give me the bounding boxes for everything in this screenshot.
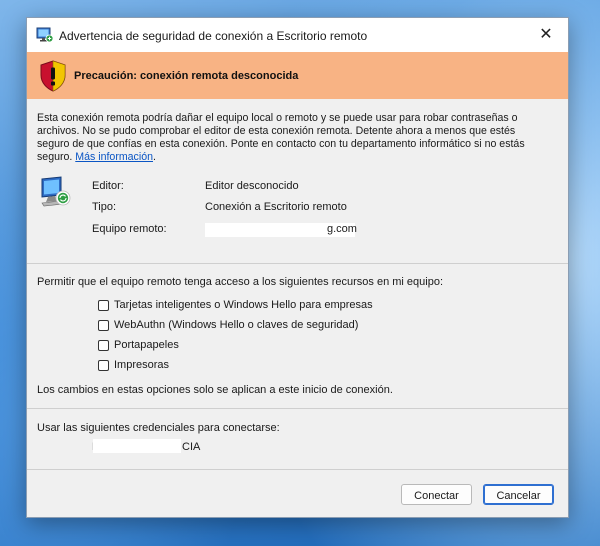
warning-title: Precaución: conexión remota desconocida	[74, 70, 299, 82]
checkbox-row-smartcards[interactable]: Tarjetas inteligentes o Windows Hello pa…	[98, 298, 373, 312]
type-value: Conexión a Escritorio remoto	[205, 201, 347, 213]
close-icon: ✕	[539, 26, 553, 43]
security-warning-dialog: Advertencia de seguridad de conexión a E…	[26, 17, 569, 518]
smartcards-label[interactable]: Tarjetas inteligentes o Windows Hello pa…	[114, 299, 373, 311]
webauthn-label[interactable]: WebAuthn (Windows Hello o claves de segu…	[114, 319, 358, 331]
remote-desktop-icon	[36, 27, 54, 43]
credentials-user-suffix: CIA	[182, 441, 201, 453]
window-title: Advertencia de seguridad de conexión a E…	[59, 29, 368, 43]
permissions-note: Los cambios en estas opciones solo se ap…	[37, 384, 393, 396]
printers-checkbox[interactable]	[98, 359, 109, 371]
remote-computer-icon	[41, 176, 71, 207]
type-label: Tipo:	[92, 201, 117, 213]
divider	[27, 263, 568, 264]
permissions-heading: Permitir que el equipo remoto tenga acce…	[37, 276, 444, 288]
cancel-button[interactable]: Cancelar	[483, 484, 554, 505]
checkbox-row-printers[interactable]: Impresoras	[98, 358, 169, 372]
clipboard-checkbox[interactable]	[98, 339, 109, 351]
description-end: .	[153, 151, 156, 163]
redacted-username	[93, 439, 181, 453]
more-info-link[interactable]: Más información	[75, 151, 153, 163]
remote-computer-label: Equipo remoto:	[92, 223, 167, 235]
warning-description: Esta conexión remota podría dañar el equ…	[37, 112, 547, 164]
smartcards-checkbox[interactable]	[98, 299, 109, 311]
divider	[27, 408, 568, 409]
title-bar[interactable]: Advertencia de seguridad de conexión a E…	[27, 18, 568, 52]
credentials-heading: Usar las siguientes credenciales para co…	[37, 422, 280, 434]
webauthn-checkbox[interactable]	[98, 319, 109, 331]
clipboard-label[interactable]: Portapapeles	[114, 339, 179, 351]
connect-button[interactable]: Conectar	[401, 484, 472, 505]
printers-label[interactable]: Impresoras	[114, 359, 169, 371]
checkbox-row-webauthn[interactable]: WebAuthn (Windows Hello o claves de segu…	[98, 318, 358, 332]
close-button[interactable]: ✕	[524, 18, 568, 52]
publisher-value: Editor desconocido	[205, 180, 299, 192]
remote-computer-value-suffix: g.com	[327, 223, 357, 235]
shield-warning-icon	[40, 60, 66, 92]
divider	[27, 469, 568, 470]
checkbox-row-clipboard[interactable]: Portapapeles	[98, 338, 179, 352]
publisher-label: Editor:	[92, 180, 124, 192]
warning-banner: Precaución: conexión remota desconocida	[27, 52, 568, 99]
